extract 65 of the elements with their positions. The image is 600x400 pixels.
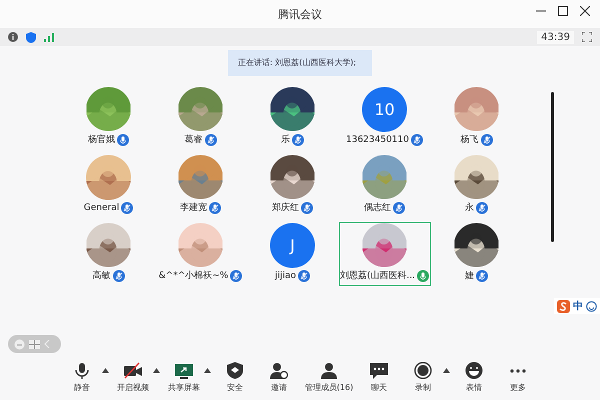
- participant-name: General: [84, 203, 120, 213]
- participant-name: 高敏: [92, 270, 110, 282]
- toolbar-button[interactable]: 录制: [403, 358, 444, 393]
- toolbar-button[interactable]: 表情: [454, 358, 494, 393]
- participant-tile[interactable]: 10 13623450110: [338, 86, 430, 150]
- participant-name: 李建宽: [180, 202, 207, 214]
- participant-tile[interactable]: J jijiao: [246, 222, 338, 286]
- toolbar-button[interactable]: 开启视频: [112, 358, 153, 393]
- speaking-banner: 正在讲话: 刘恩荔(山西医科大学);: [228, 50, 372, 76]
- participant-name: 杨官娥: [88, 134, 115, 146]
- participant-tile[interactable]: 杨官娥: [62, 86, 154, 150]
- caret-icon[interactable]: [102, 368, 109, 373]
- toolbar-button[interactable]: 聊天: [359, 358, 400, 393]
- participant-name: 郑庆红: [272, 202, 299, 214]
- participant-tile[interactable]: 杨飞: [430, 86, 522, 150]
- participant-name: 永: [465, 202, 474, 214]
- close-icon[interactable]: [580, 6, 590, 16]
- participant-tile[interactable]: 乐: [246, 86, 338, 150]
- toolbar-button[interactable]: 共享屏幕: [164, 358, 204, 393]
- info-icon[interactable]: [8, 32, 18, 42]
- toolbar-button[interactable]: 静音: [62, 358, 102, 393]
- participant-tile[interactable]: 李建宽: [154, 154, 246, 218]
- caret-icon[interactable]: [152, 368, 160, 373]
- toolbar-button[interactable]: 安全: [214, 358, 255, 393]
- participant-tile[interactable]: 偶志红: [338, 154, 430, 218]
- participant-tile[interactable]: 郑庆红: [246, 154, 338, 218]
- participant-tile[interactable]: 高敏: [62, 222, 154, 286]
- participant-name: jijiao: [274, 271, 296, 281]
- person-icon: [318, 362, 339, 379]
- toolbar-button[interactable]: 邀请: [258, 358, 299, 393]
- invite-person-icon: [268, 362, 289, 379]
- participant-tile[interactable]: General: [62, 154, 154, 218]
- participant-name: 葛睿: [184, 134, 202, 146]
- record-icon: [413, 362, 434, 379]
- participant-tile[interactable]: 婕: [430, 222, 522, 286]
- participant-tile[interactable]: 刘恩荔(山西医科...: [338, 222, 430, 286]
- participant-name: 偶志红: [364, 202, 391, 214]
- participant-name: &^*^小棉袄~%: [158, 270, 228, 282]
- participant-name: 乐: [281, 134, 290, 146]
- participant-tile[interactable]: 永: [430, 154, 522, 218]
- shield-icon[interactable]: [26, 32, 36, 42]
- fullscreen-icon[interactable]: [582, 32, 592, 42]
- maximize-icon[interactable]: [558, 6, 568, 16]
- screen-share-icon: [174, 362, 194, 379]
- avatar: 10: [362, 87, 407, 132]
- scrollbar[interactable]: [551, 92, 554, 242]
- shield-icon: [224, 362, 245, 379]
- window-title: 腾讯会议: [278, 6, 322, 22]
- participant-tile[interactable]: 葛睿: [154, 86, 246, 150]
- more-icon: [510, 369, 526, 373]
- input-mode[interactable]: 中: [573, 299, 583, 313]
- ime-logo-icon[interactable]: [557, 300, 570, 312]
- video-off-icon: [122, 362, 143, 379]
- participant-name: 婕: [465, 270, 474, 282]
- participant-name: 刘恩荔(山西医科...: [340, 270, 416, 282]
- caret-icon[interactable]: [204, 368, 211, 373]
- participant-name: 杨飞: [460, 134, 478, 146]
- avatar: J: [270, 223, 315, 268]
- participant-tile[interactable]: &^*^小棉袄~%: [154, 222, 246, 286]
- toolbar-button[interactable]: 管理成员(16): [302, 358, 356, 393]
- caret-icon[interactable]: [443, 368, 450, 373]
- participant-name: 13623450110: [346, 135, 409, 145]
- meeting-timer: 43:39: [537, 30, 574, 44]
- toolbar-button[interactable]: 更多: [498, 358, 538, 393]
- chat-icon: [369, 362, 390, 379]
